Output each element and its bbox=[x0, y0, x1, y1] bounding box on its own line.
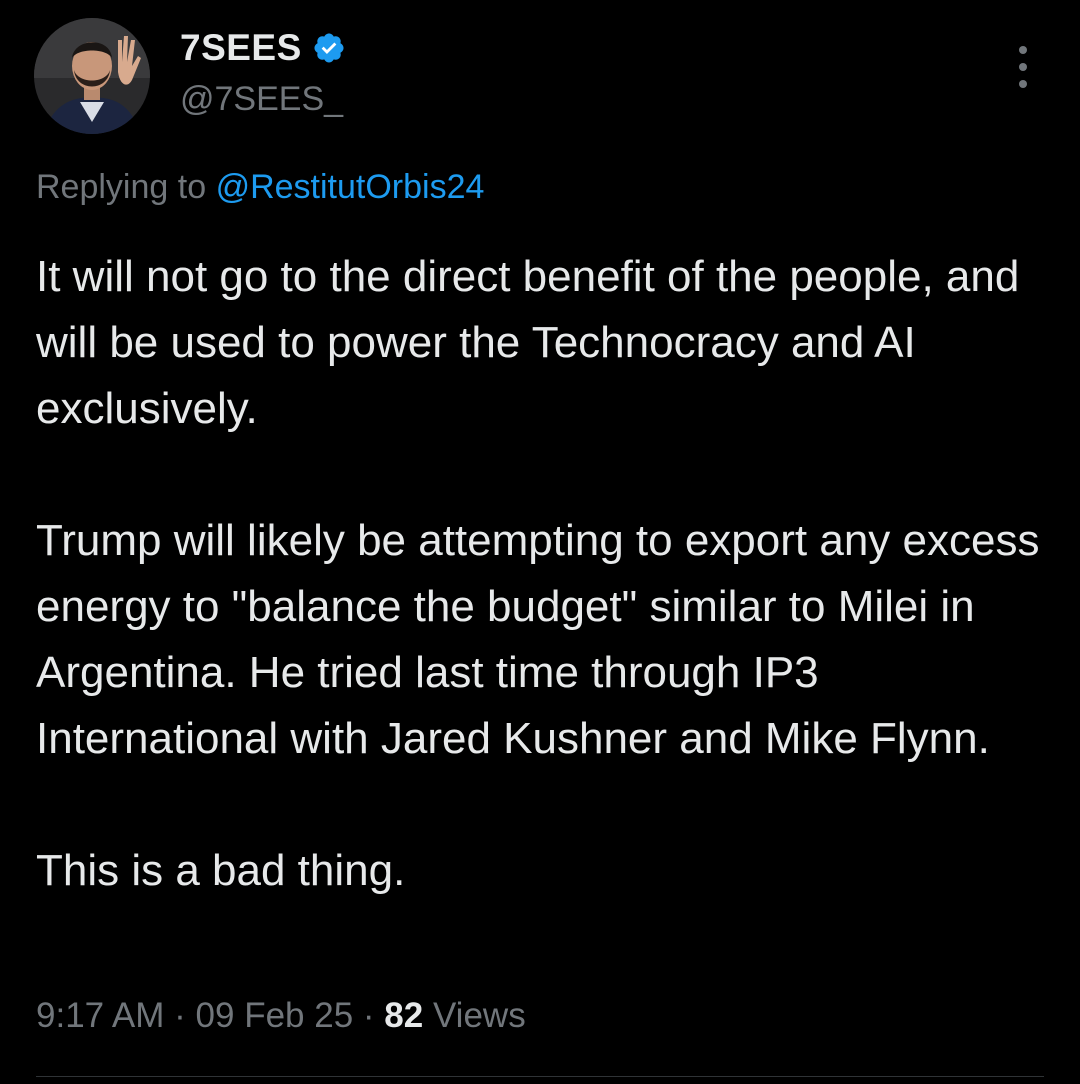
reply-mention-link[interactable]: @RestitutOrbis24 bbox=[216, 168, 485, 206]
replying-to: Replying to @RestitutOrbis24 bbox=[36, 168, 484, 207]
dot bbox=[1019, 46, 1027, 54]
avatar-photo bbox=[34, 18, 150, 134]
author-handle[interactable]: @7SEES_ bbox=[180, 80, 343, 119]
dot bbox=[1019, 63, 1027, 71]
tweet-paragraph: Trump will likely be attempting to expor… bbox=[36, 516, 1040, 763]
tweet-time[interactable]: 9:17 AM bbox=[36, 996, 164, 1035]
display-name[interactable]: 7SEES bbox=[180, 27, 302, 69]
meta-separator: · bbox=[174, 996, 186, 1035]
tweet-paragraph: It will not go to the direct benefit of … bbox=[36, 252, 1020, 433]
tweet-paragraph: This is a bad thing. bbox=[36, 846, 406, 895]
tweet-meta: 9:17 AM · 09 Feb 25 · 82 Views bbox=[36, 996, 526, 1036]
author-name-row: 7SEES bbox=[180, 26, 346, 70]
views-label: Views bbox=[432, 996, 526, 1035]
avatar[interactable] bbox=[34, 18, 150, 134]
tweet-text: It will not go to the direct benefit of … bbox=[36, 244, 1046, 904]
tweet: 7SEES @7SEES_ Replying to @RestitutOrbis… bbox=[0, 0, 1080, 1084]
verified-badge-icon[interactable] bbox=[312, 31, 346, 65]
dot bbox=[1019, 80, 1027, 88]
more-dots-icon[interactable] bbox=[1008, 46, 1038, 88]
views-count: 82 bbox=[384, 996, 424, 1035]
replying-to-label: Replying to bbox=[36, 168, 207, 206]
tweet-date[interactable]: 09 Feb 25 bbox=[196, 996, 354, 1035]
divider bbox=[36, 1076, 1044, 1077]
meta-separator: · bbox=[362, 996, 375, 1035]
